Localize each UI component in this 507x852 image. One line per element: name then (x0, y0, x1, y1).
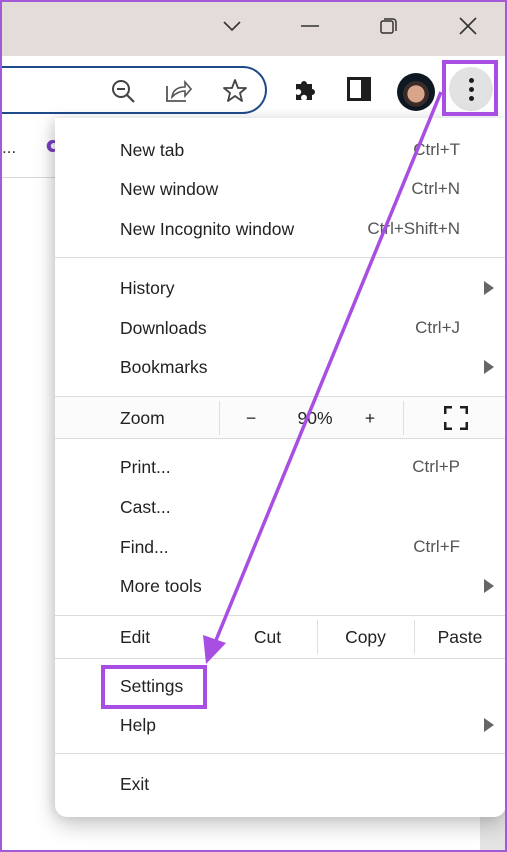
zoom-level: 90% (297, 407, 333, 428)
chrome-menu: New tab Ctrl+T New window Ctrl+N New Inc… (55, 118, 506, 817)
minimize-button[interactable] (290, 8, 330, 44)
settings-highlight (101, 665, 207, 709)
zoom-label: Zoom (120, 407, 165, 428)
zoom-out-icon (112, 80, 135, 103)
menu-item-shortcut: Ctrl+J (415, 318, 460, 337)
address-bar[interactable] (0, 66, 267, 114)
menu-item-label: Downloads (120, 317, 207, 338)
menu-item-new-window[interactable]: New window Ctrl+N (55, 169, 506, 209)
restore-button[interactable] (369, 8, 409, 44)
extensions-button[interactable] (289, 73, 321, 105)
menu-divider (55, 257, 506, 258)
close-icon (459, 17, 477, 35)
menu-item-history[interactable]: History (55, 268, 506, 308)
profile-avatar[interactable] (397, 73, 435, 111)
tab-search-button[interactable] (212, 8, 252, 44)
title-bar (0, 0, 507, 56)
side-panel-button[interactable] (343, 73, 375, 105)
share-button[interactable] (164, 77, 192, 105)
fullscreen-button[interactable] (433, 397, 479, 439)
menu-item-help[interactable]: Help (55, 705, 506, 745)
edit-label: Edit (120, 626, 151, 647)
menu-item-label: New Incognito window (120, 218, 295, 239)
zoom-divider (403, 401, 404, 435)
zoom-divider (219, 401, 220, 435)
menu-item-new-incognito-window[interactable]: New Incognito window Ctrl+Shift+N (55, 209, 506, 249)
side-panel-icon (347, 77, 371, 101)
menu-item-label: Bookmarks (120, 356, 208, 377)
zoom-row: Zoom − 90% + (55, 397, 506, 439)
zoom-in-menu-button[interactable]: + (350, 397, 390, 439)
zoom-out-menu-button[interactable]: − (231, 397, 271, 439)
submenu-arrow-icon (484, 281, 494, 295)
menu-item-shortcut: Ctrl+T (413, 140, 460, 159)
edit-row: Edit Cut Copy Paste (55, 616, 506, 658)
submenu-arrow-icon (484, 718, 494, 732)
menu-divider (55, 753, 506, 754)
bookmark-star-icon (223, 79, 247, 102)
zoom-out-button[interactable] (109, 77, 137, 105)
submenu-arrow-icon (484, 579, 494, 593)
menu-item-label: Cast... (120, 496, 171, 517)
paste-button[interactable]: Paste (414, 616, 506, 658)
menu-item-label: Exit (120, 773, 150, 794)
submenu-arrow-icon (484, 360, 494, 374)
menu-item-label: History (120, 277, 175, 298)
menu-item-label: More tools (120, 575, 202, 596)
menu-item-label: Print... (120, 456, 171, 477)
menu-item-downloads[interactable]: Downloads Ctrl+J (55, 308, 506, 348)
menu-item-label: New window (120, 178, 219, 199)
menu-item-bookmarks[interactable]: Bookmarks (55, 347, 506, 387)
cut-button[interactable]: Cut (219, 616, 316, 658)
menu-item-cast[interactable]: Cast... (55, 487, 506, 527)
share-icon (166, 79, 192, 102)
menu-item-label: New tab (120, 139, 185, 160)
puzzle-icon (296, 81, 315, 100)
menu-item-shortcut: Ctrl+N (411, 179, 460, 198)
menu-item-shortcut: Ctrl+Shift+N (367, 219, 460, 238)
menu-item-exit[interactable]: Exit (55, 764, 506, 804)
menu-item-label: Help (120, 714, 156, 735)
menu-item-shortcut: Ctrl+F (413, 537, 460, 556)
menu-item-more-tools[interactable]: More tools (55, 566, 506, 606)
fullscreen-icon (444, 406, 468, 430)
minimize-icon (301, 25, 319, 27)
bookmark-button[interactable] (221, 77, 249, 105)
menu-divider (55, 438, 506, 439)
menu-divider (55, 658, 506, 659)
menu-item-shortcut: Ctrl+P (412, 457, 460, 476)
bookmark-overflow[interactable]: ... (2, 138, 16, 158)
menu-button-highlight (442, 60, 498, 116)
menu-item-new-tab[interactable]: New tab Ctrl+T (55, 130, 506, 170)
chevron-down-icon (223, 21, 241, 32)
toolbar (0, 56, 507, 122)
menu-item-label: Find... (120, 536, 169, 557)
menu-item-print[interactable]: Print... Ctrl+P (55, 447, 506, 487)
copy-button[interactable]: Copy (317, 616, 414, 658)
close-button[interactable] (448, 8, 488, 44)
menu-item-find[interactable]: Find... Ctrl+F (55, 527, 506, 567)
restore-icon (380, 18, 397, 34)
